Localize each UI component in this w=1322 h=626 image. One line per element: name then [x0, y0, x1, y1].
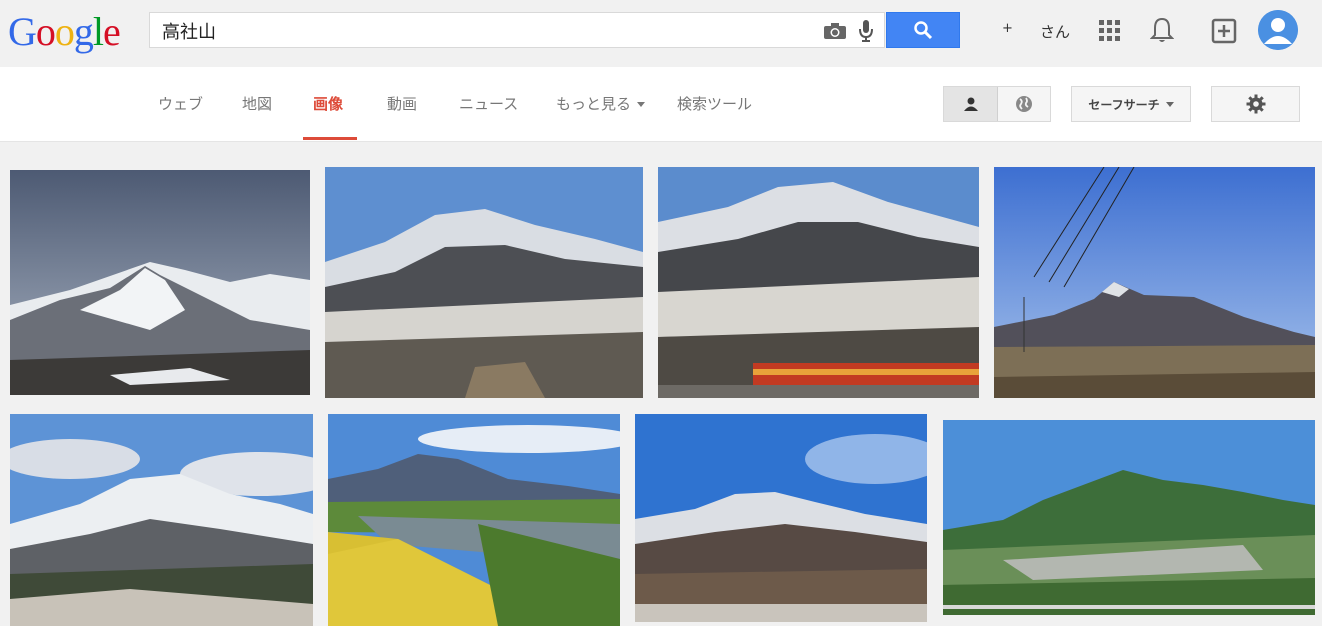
logo-letter: g — [73, 9, 94, 54]
image-result[interactable] — [10, 170, 310, 395]
image-result[interactable] — [658, 167, 979, 398]
search-icon — [914, 21, 933, 40]
mountain-photo — [943, 420, 1315, 615]
mountain-photo — [325, 167, 643, 398]
person-icon — [963, 97, 978, 111]
avatar[interactable] — [1258, 10, 1298, 50]
tab-more[interactable]: もっと見る — [556, 93, 646, 114]
logo-letter: l — [92, 9, 104, 54]
image-result[interactable] — [943, 420, 1315, 615]
mountain-photo — [658, 167, 979, 398]
mountain-photo — [635, 414, 927, 622]
google-logo[interactable]: Google — [8, 9, 121, 54]
camera-icon[interactable] — [823, 22, 847, 40]
search-button[interactable] — [886, 12, 960, 48]
tab-maps[interactable]: 地図 — [242, 93, 272, 114]
user-avatar-icon — [1258, 10, 1298, 50]
image-result[interactable] — [10, 414, 313, 626]
search-box — [149, 12, 885, 49]
personal-results-button[interactable] — [944, 87, 998, 121]
global-results-button[interactable] — [998, 87, 1050, 121]
tab-images[interactable]: 画像 — [313, 93, 343, 114]
safesearch-button[interactable]: セーフサーチ — [1071, 86, 1191, 122]
image-result[interactable] — [328, 414, 620, 626]
logo-letter: e — [103, 9, 121, 54]
top-bar: Google + さん — [0, 0, 1322, 67]
results-scope-toggle — [943, 86, 1051, 122]
tab-more-label: もっと見る — [556, 95, 632, 113]
google-plus-link[interactable]: + — [1002, 21, 1013, 36]
safesearch-label: セーフサーチ — [1088, 97, 1160, 112]
mountain-photo — [10, 414, 313, 626]
active-tab-indicator — [303, 137, 357, 140]
notifications-bell-icon[interactable] — [1150, 16, 1174, 44]
logo-letter: o — [54, 9, 75, 54]
settings-button[interactable] — [1211, 86, 1300, 122]
tab-search-tools[interactable]: 検索ツール — [677, 93, 752, 114]
image-result[interactable] — [325, 167, 643, 398]
globe-icon — [1016, 96, 1032, 112]
search-input[interactable] — [160, 13, 804, 49]
tab-videos[interactable]: 動画 — [387, 93, 417, 114]
mountain-photo — [994, 167, 1315, 398]
microphone-icon[interactable] — [858, 19, 874, 43]
mountain-photo — [328, 414, 620, 626]
gear-icon — [1246, 94, 1265, 114]
share-plus-icon[interactable] — [1210, 17, 1238, 45]
logo-letter: G — [8, 9, 37, 54]
user-name[interactable]: さん — [1040, 21, 1070, 42]
mountain-photo — [10, 170, 310, 395]
image-result[interactable] — [994, 167, 1315, 398]
tab-news[interactable]: ニュース — [459, 93, 518, 114]
image-result[interactable] — [635, 414, 927, 622]
apps-grid-icon[interactable] — [1099, 20, 1121, 42]
logo-letter: o — [35, 9, 56, 54]
tab-web[interactable]: ウェブ — [158, 93, 203, 114]
chevron-down-icon — [637, 102, 646, 107]
chevron-down-icon — [1165, 101, 1174, 107]
